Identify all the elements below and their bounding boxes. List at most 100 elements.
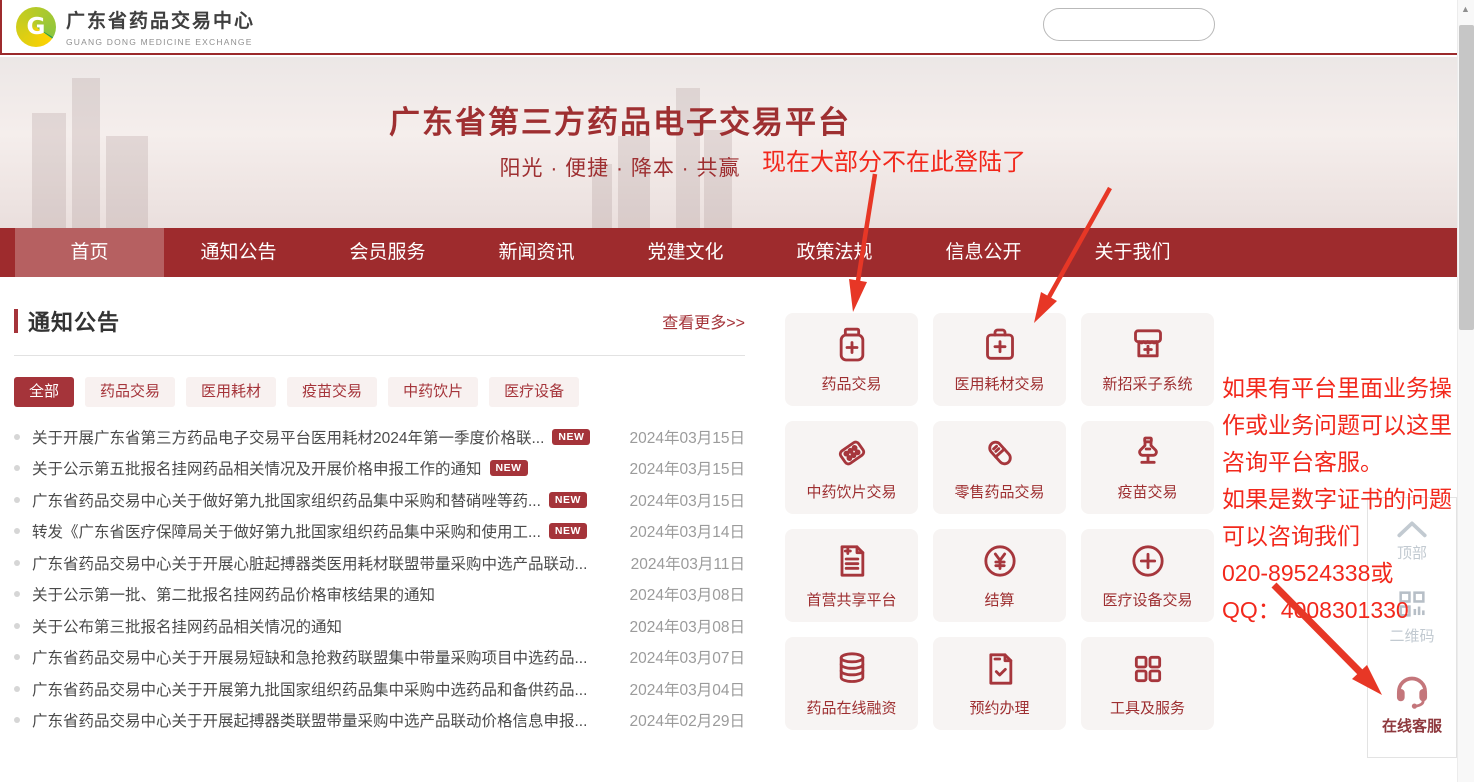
bullet-dot	[14, 623, 20, 629]
notice-link[interactable]: 广东省药品交易中心关于做好第九批国家组织药品集中采购和替硝唑等药...	[32, 489, 541, 511]
service-card-online-drug-financing[interactable]: 药品在线融资	[785, 637, 918, 730]
service-card-medical-equipment-trade[interactable]: 医疗设备交易	[1081, 529, 1214, 622]
bullet-dot	[14, 560, 20, 566]
notice-link[interactable]: 关于公示第五批报名挂网药品相关情况及开展价格申报工作的通知	[32, 457, 482, 479]
search-box	[1043, 8, 1215, 41]
notice-link[interactable]: 关于公布第三批报名挂网药品相关情况的通知	[32, 615, 342, 637]
notice-link[interactable]: 广东省药品交易中心关于开展起搏器类联盟带量采购中选产品联动价格信息申报...	[32, 709, 587, 731]
storefront-icon	[1128, 325, 1168, 365]
hero-title: 广东省第三方药品电子交易平台	[0, 97, 1240, 142]
nav-item-party-culture[interactable]: 党建文化	[611, 228, 760, 277]
service-grid: 药品交易 医用耗材交易 新招采子系统 中药饮片交易 零售药品交易	[785, 313, 1215, 730]
logo-subtitle: GUANG DONG MEDICINE EXCHANGE	[66, 37, 255, 47]
service-card-medical-consumables-trade[interactable]: 医用耗材交易	[933, 313, 1066, 406]
filter-tab-medical-consumables[interactable]: 医用耗材	[186, 377, 276, 407]
service-label: 医疗设备交易	[1102, 589, 1192, 610]
coins-stack-icon	[832, 649, 872, 689]
filter-tab-drug-trade[interactable]: 药品交易	[85, 377, 175, 407]
service-card-first-operation-sharing-platform[interactable]: 首营共享平台	[785, 529, 918, 622]
bullet-dot	[14, 717, 20, 723]
nav-item-notices[interactable]: 通知公告	[164, 228, 313, 277]
plus-circle-icon	[1128, 541, 1168, 581]
notice-date: 2024年03月15日	[620, 426, 745, 448]
service-label: 新招采子系统	[1102, 373, 1192, 394]
pill-jar-icon	[832, 325, 872, 365]
building-silhouette	[618, 136, 650, 228]
notice-date: 2024年03月08日	[620, 615, 745, 637]
divider	[14, 355, 745, 356]
list-item: 转发《广东省医疗保障局关于做好第九批国家组织药品集中采购和使用工... NEW 20…	[14, 516, 745, 548]
notice-list: 关于开展广东省第三方药品电子交易平台医用耗材2024年第一季度价格联... NEW…	[14, 421, 745, 736]
search-input[interactable]	[1044, 17, 1245, 33]
nav-item-news[interactable]: 新闻资讯	[462, 228, 611, 277]
scrollbar-track[interactable]: ▲	[1457, 0, 1474, 782]
vaccine-icon	[1128, 433, 1168, 473]
bullet-dot	[14, 591, 20, 597]
service-card-drug-trade[interactable]: 药品交易	[785, 313, 918, 406]
bullet-dot	[14, 497, 20, 503]
nav-item-member-service[interactable]: 会员服务	[313, 228, 462, 277]
service-label: 药品交易	[821, 373, 881, 394]
new-badge: NEW	[552, 429, 590, 445]
filter-tab-medical-equipment[interactable]: 医疗设备	[489, 377, 579, 407]
site-logo[interactable]: G 广东省药品交易中心 GUANG DONG MEDICINE EXCHANGE	[16, 6, 255, 47]
service-card-new-procurement-subsystem[interactable]: 新招采子系统	[1081, 313, 1214, 406]
nav-item-about-us[interactable]: 关于我们	[1058, 228, 1207, 277]
new-badge: NEW	[490, 460, 528, 476]
nav-item-info-disclosure[interactable]: 信息公开	[909, 228, 1058, 277]
hero-banner: 广东省第三方药品电子交易平台 阳光 · 便捷 · 降本 · 共赢	[0, 57, 1457, 228]
bullet-dot	[14, 434, 20, 440]
scrollbar-thumb[interactable]	[1459, 25, 1474, 330]
notice-date: 2024年03月08日	[620, 583, 745, 605]
notice-filters: 全部 药品交易 医用耗材 疫苗交易 中药饮片 医疗设备	[14, 377, 745, 407]
service-label: 疫苗交易	[1117, 481, 1177, 502]
notice-link[interactable]: 广东省药品交易中心关于开展心脏起搏器类医用耗材联盟带量采购中选产品联动...	[32, 552, 587, 574]
notice-link[interactable]: 广东省药品交易中心关于开展第九批国家组织药品集中采购中选药品和备供药品...	[32, 678, 587, 700]
bullet-dot	[14, 465, 20, 471]
blister-pack-icon	[832, 433, 872, 473]
notice-section: 通知公告 查看更多>> 全部 药品交易 医用耗材 疫苗交易 中药饮片 医疗设备 …	[14, 303, 745, 736]
scrollbar-up-arrow[interactable]: ▲	[1461, 4, 1470, 14]
bullet-dot	[14, 528, 20, 534]
nav-item-policies[interactable]: 政策法规	[760, 228, 909, 277]
service-card-vaccine-trade[interactable]: 疫苗交易	[1081, 421, 1214, 514]
main-nav: 首页 通知公告 会员服务 新闻资讯 党建文化 政策法规 信息公开 关于我们	[0, 228, 1457, 277]
service-label: 中药饮片交易	[806, 481, 896, 502]
capsule-icon	[980, 433, 1020, 473]
service-card-retail-drug-trade[interactable]: 零售药品交易	[933, 421, 1066, 514]
notice-link[interactable]: 转发《广东省医疗保障局关于做好第九批国家组织药品集中采购和使用工...	[32, 520, 541, 542]
view-more-link[interactable]: 查看更多>>	[662, 309, 745, 333]
list-item: 广东省药品交易中心关于开展易短缺和急抢救药联盟集中带量采购项目中选药品... 20…	[14, 642, 745, 674]
service-label: 首营共享平台	[806, 589, 896, 610]
service-label: 工具及服务	[1110, 697, 1185, 718]
notice-date: 2024年03月07日	[620, 646, 745, 668]
list-item: 关于公布第三批报名挂网药品相关情况的通知 2024年03月08日	[14, 610, 745, 642]
notice-link[interactable]: 关于开展广东省第三方药品电子交易平台医用耗材2024年第一季度价格联...	[32, 426, 544, 448]
medical-bag-icon	[980, 325, 1020, 365]
section-accent-bar	[14, 309, 18, 333]
notice-link[interactable]: 关于公示第一批、第二批报名挂网药品价格审核结果的通知	[32, 583, 435, 605]
service-label: 预约办理	[969, 697, 1029, 718]
list-item: 关于公示第五批报名挂网药品相关情况及开展价格申报工作的通知NEW2024年03月…	[14, 453, 745, 485]
online-service-button[interactable]: 在线客服	[1382, 668, 1442, 736]
service-card-settlement[interactable]: 结算	[933, 529, 1066, 622]
bullet-dot	[14, 654, 20, 660]
yen-circle-icon	[980, 541, 1020, 581]
grid-squares-icon	[1128, 649, 1168, 689]
notice-date: 2024年03月14日	[620, 520, 745, 542]
nav-item-home[interactable]: 首页	[15, 228, 164, 277]
service-card-appointment[interactable]: 预约办理	[933, 637, 1066, 730]
notice-link[interactable]: 广东省药品交易中心关于开展易短缺和急抢救药联盟集中带量采购项目中选药品...	[32, 646, 587, 668]
filter-tab-vaccine-trade[interactable]: 疫苗交易	[287, 377, 377, 407]
filter-tab-herbal-pieces[interactable]: 中药饮片	[388, 377, 478, 407]
left-edge-accent	[0, 0, 2, 53]
new-badge: NEW	[549, 523, 587, 539]
document-check-icon	[980, 649, 1020, 689]
service-label: 药品在线融资	[806, 697, 896, 718]
hero-subtitle: 阳光 · 便捷 · 降本 · 共赢	[0, 152, 1240, 182]
service-label: 零售药品交易	[954, 481, 1044, 502]
site-header: G 广东省药品交易中心 GUANG DONG MEDICINE EXCHANGE	[0, 0, 1457, 55]
filter-tab-all[interactable]: 全部	[14, 377, 74, 407]
service-card-tools-services[interactable]: 工具及服务	[1081, 637, 1214, 730]
service-card-herbal-pieces-trade[interactable]: 中药饮片交易	[785, 421, 918, 514]
